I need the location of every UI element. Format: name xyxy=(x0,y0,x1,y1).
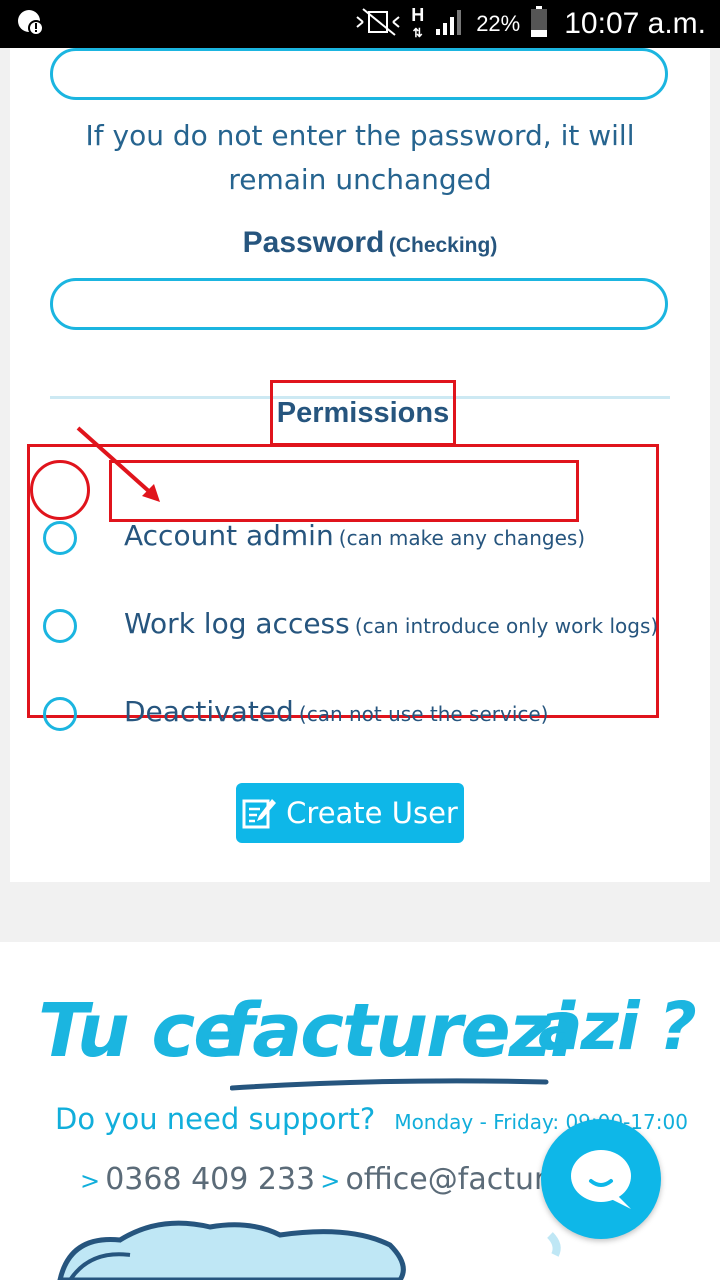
password-check-label-sub: (Checking) xyxy=(388,234,498,257)
password-check-label: Password (Checking) xyxy=(10,226,720,260)
radio-account-admin[interactable] xyxy=(43,521,77,555)
radio-highlight-circle xyxy=(30,460,90,520)
option-deactivated-desc: (can not use the service) xyxy=(298,702,549,726)
create-user-button[interactable]: Create User xyxy=(236,783,464,843)
support-question: Do you need support? xyxy=(55,1102,376,1136)
slogan-part-3: azi ? xyxy=(538,988,697,1065)
create-user-label: Create User xyxy=(286,796,458,830)
contacts-line: > 0368 409 233 > office@factur xyxy=(80,1162,546,1197)
network-type-label: H xyxy=(411,5,425,25)
slogan-logo: Tu ce facturezi azi ? xyxy=(30,982,700,1102)
radio-work-log-access[interactable] xyxy=(43,609,77,643)
battery-icon xyxy=(530,5,548,43)
option-work-log-access[interactable]: Work log access (can introduce only work… xyxy=(0,601,720,651)
chevron-right-icon: > xyxy=(320,1167,341,1195)
option-deactivated-label: Deactivated (can not use the service) xyxy=(124,695,549,728)
option-work-log-access-main: Work log access xyxy=(124,607,350,640)
option-account-admin-desc: (can make any changes) xyxy=(338,526,586,550)
slogan-part-2: facturezi xyxy=(222,988,575,1074)
slogan-part-1: Tu ce xyxy=(38,988,243,1074)
label-highlight-box xyxy=(109,460,579,522)
chevron-right-icon: > xyxy=(80,1167,101,1195)
option-account-admin-main: Account admin xyxy=(124,519,334,552)
password-check-input[interactable] xyxy=(50,278,668,330)
password-hint: If you do not enter the password, it wil… xyxy=(85,119,635,196)
signal-icon xyxy=(434,7,466,42)
password-input[interactable] xyxy=(50,48,668,100)
option-account-admin-label: Account admin (can make any changes) xyxy=(124,519,585,552)
option-work-log-access-label: Work log access (can introduce only work… xyxy=(124,607,658,640)
clock: 10:07 a.m. xyxy=(564,7,706,40)
battery-percent: 22% xyxy=(476,11,521,36)
mascot-illustration-icon xyxy=(57,1220,561,1280)
email-link[interactable]: office@factur xyxy=(345,1162,546,1197)
edit-note-icon xyxy=(242,799,277,829)
option-work-log-access-desc: (can introduce only work logs) xyxy=(354,614,659,638)
option-deactivated-main: Deactivated xyxy=(124,695,294,728)
sync-alert-icon xyxy=(16,8,46,38)
password-check-label-main: Password xyxy=(242,226,385,259)
status-bar: H ⇅ 22% 10:07 a.m. xyxy=(0,0,720,48)
slogan-underline-icon xyxy=(230,1078,549,1091)
permissions-title: Permissions xyxy=(270,380,456,446)
network-type-icon: H ⇅ xyxy=(411,5,425,40)
vibrate-mute-icon xyxy=(355,7,401,42)
phone-link[interactable]: 0368 409 233 xyxy=(105,1162,315,1197)
radio-deactivated[interactable] xyxy=(43,697,77,731)
option-deactivated[interactable]: Deactivated (can not use the service) xyxy=(0,689,720,739)
